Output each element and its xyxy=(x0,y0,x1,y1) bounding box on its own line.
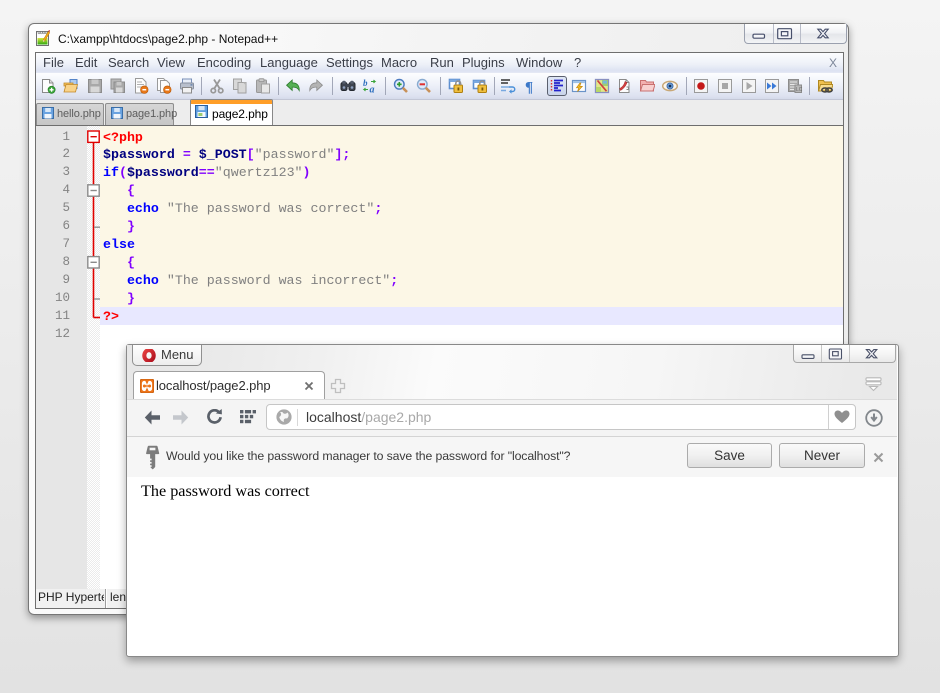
svg-text:¶: ¶ xyxy=(525,80,533,95)
svg-text:a: a xyxy=(370,85,375,95)
svg-text:LC: LC xyxy=(796,87,803,93)
svg-text:b: b xyxy=(363,78,368,88)
